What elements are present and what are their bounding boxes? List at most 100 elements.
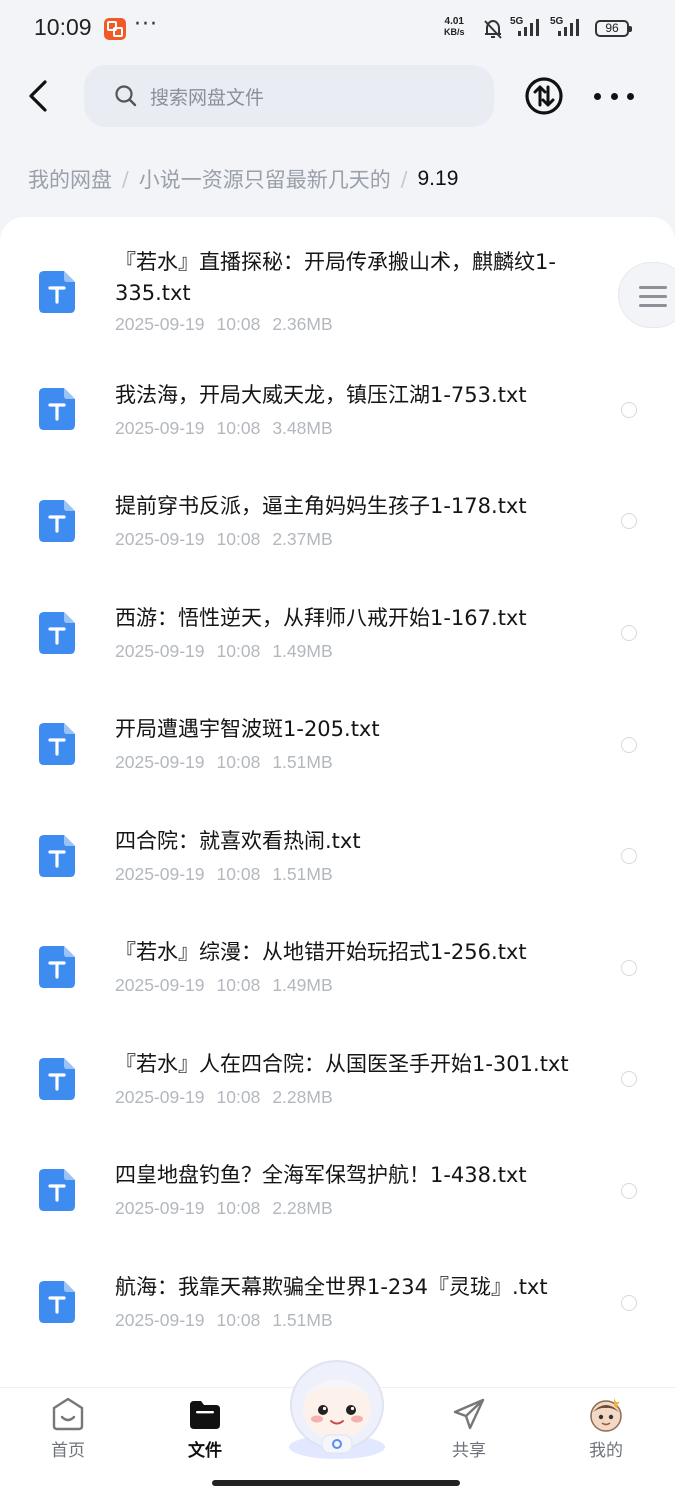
select-checkbox[interactable] bbox=[621, 848, 637, 864]
signal-bars-icon bbox=[558, 19, 579, 36]
file-size: 1.51MB bbox=[272, 864, 333, 884]
search-icon bbox=[115, 85, 137, 107]
breadcrumb-separator: / bbox=[122, 167, 129, 191]
file-size: 3.48MB bbox=[272, 418, 333, 438]
menu-line-icon bbox=[639, 304, 667, 307]
file-meta: 2025-09-19 10:08 1.49MB bbox=[115, 641, 345, 662]
transfer-list-icon[interactable] bbox=[524, 76, 564, 116]
file-meta: 2025-09-19 10:08 2.28MB bbox=[115, 1087, 345, 1108]
file-name: 『若水』直播探秘：开局传承搬山术，麒麟纹1-335.txt bbox=[115, 250, 556, 305]
select-checkbox[interactable] bbox=[621, 1183, 637, 1199]
tab-files-label: 文件 bbox=[188, 1441, 222, 1461]
file-date: 2025-09-19 bbox=[115, 752, 205, 772]
txt-file-icon bbox=[39, 388, 75, 430]
select-checkbox[interactable] bbox=[621, 513, 637, 529]
file-meta: 2025-09-19 10:08 1.49MB bbox=[115, 975, 345, 996]
file-date: 2025-09-19 bbox=[115, 1198, 205, 1218]
txt-file-icon bbox=[39, 500, 75, 542]
breadcrumb: 我的网盘 / 小说一资源只留最新几天的 / 9.19 bbox=[28, 162, 458, 196]
file-time: 10:08 bbox=[216, 314, 261, 334]
tab-mine[interactable]: 我的 bbox=[561, 1388, 651, 1478]
search-input[interactable]: 搜索网盘文件 bbox=[84, 65, 494, 127]
battery-indicator: 96 bbox=[595, 20, 632, 37]
file-name: 西游：悟性逆天，从拜师八戒开始1-167.txt bbox=[115, 606, 527, 630]
file-size: 1.49MB bbox=[272, 975, 333, 995]
ai-assistant-mascot-icon[interactable] bbox=[277, 1355, 397, 1460]
file-size: 2.28MB bbox=[272, 1087, 333, 1107]
file-size: 1.51MB bbox=[272, 752, 333, 772]
file-date: 2025-09-19 bbox=[115, 1310, 205, 1330]
side-menu-handle[interactable] bbox=[618, 262, 675, 328]
file-name: 四合院：就喜欢看热闹.txt bbox=[115, 829, 361, 853]
file-time: 10:08 bbox=[216, 529, 261, 549]
file-name: 开局遭遇宇智波斑1-205.txt bbox=[115, 717, 380, 741]
file-time: 10:08 bbox=[216, 1310, 261, 1330]
mute-bell-icon bbox=[484, 19, 502, 39]
breadcrumb-item-folder[interactable]: 小说一资源只留最新几天的 bbox=[139, 164, 391, 194]
tab-files[interactable]: 文件 bbox=[160, 1388, 250, 1478]
file-size: 1.51MB bbox=[272, 1310, 333, 1330]
select-checkbox[interactable] bbox=[621, 402, 637, 418]
file-date: 2025-09-19 bbox=[115, 641, 205, 661]
status-bar: 10:09 ··· 4.01 KB/s 5G 5G 96 bbox=[0, 0, 675, 58]
search-placeholder: 搜索网盘文件 bbox=[150, 86, 265, 109]
select-checkbox[interactable] bbox=[621, 960, 637, 976]
txt-file-icon bbox=[39, 271, 75, 313]
network-speed-value: 4.01 bbox=[444, 16, 464, 27]
file-size: 2.37MB bbox=[272, 529, 333, 549]
file-time: 10:08 bbox=[216, 975, 261, 995]
more-dot-icon bbox=[610, 92, 618, 100]
file-date: 2025-09-19 bbox=[115, 864, 205, 884]
txt-file-icon bbox=[39, 612, 75, 654]
tab-home-label: 首页 bbox=[51, 1441, 85, 1461]
txt-file-icon bbox=[39, 835, 75, 877]
txt-file-icon bbox=[39, 1281, 75, 1323]
signal-bars-icon bbox=[518, 19, 539, 36]
file-meta: 2025-09-19 10:08 3.48MB bbox=[115, 418, 345, 439]
file-size: 2.36MB bbox=[272, 314, 333, 334]
txt-file-icon bbox=[39, 1058, 75, 1100]
breadcrumb-item-root[interactable]: 我的网盘 bbox=[28, 164, 112, 194]
more-options-button[interactable] bbox=[594, 84, 634, 108]
file-meta: 2025-09-19 10:08 2.36MB bbox=[115, 314, 345, 335]
file-time: 10:08 bbox=[216, 864, 261, 884]
file-name: 『若水』人在四合院：从国医圣手开始1-301.txt bbox=[115, 1052, 569, 1076]
txt-file-icon bbox=[39, 723, 75, 765]
network-speed: 4.01 KB/s bbox=[444, 16, 465, 38]
file-meta: 2025-09-19 10:08 2.37MB bbox=[115, 529, 345, 550]
file-time: 10:08 bbox=[216, 418, 261, 438]
file-time: 10:08 bbox=[216, 752, 261, 772]
tab-mine-label: 我的 bbox=[589, 1441, 623, 1461]
file-meta: 2025-09-19 10:08 1.51MB bbox=[115, 752, 345, 773]
tab-share[interactable]: 共享 bbox=[424, 1388, 514, 1478]
file-name: 提前穿书反派，逼主角妈妈生孩子1-178.txt bbox=[115, 494, 527, 518]
file-date: 2025-09-19 bbox=[115, 529, 205, 549]
select-checkbox[interactable] bbox=[621, 625, 637, 641]
status-time: 10:09 bbox=[34, 14, 92, 40]
more-dot-icon bbox=[594, 92, 601, 100]
file-meta: 2025-09-19 10:08 1.51MB bbox=[115, 1310, 345, 1331]
select-checkbox[interactable] bbox=[621, 1071, 637, 1087]
file-size: 2.28MB bbox=[272, 1198, 333, 1218]
chevron-left-icon bbox=[29, 80, 47, 112]
folder-icon bbox=[190, 1401, 220, 1429]
file-date: 2025-09-19 bbox=[115, 1087, 205, 1107]
tab-home[interactable]: 首页 bbox=[23, 1388, 113, 1478]
home-indicator bbox=[212, 1480, 460, 1486]
file-date: 2025-09-19 bbox=[115, 418, 205, 438]
back-button[interactable] bbox=[20, 76, 56, 116]
file-time: 10:08 bbox=[216, 641, 261, 661]
breadcrumb-separator: / bbox=[400, 167, 408, 191]
network-speed-unit: KB/s bbox=[444, 27, 465, 37]
select-checkbox[interactable] bbox=[621, 1295, 637, 1311]
file-size: 1.49MB bbox=[272, 641, 333, 661]
breadcrumb-item-current: 9.19 bbox=[417, 167, 459, 190]
file-meta: 2025-09-19 10:08 2.28MB bbox=[115, 1198, 345, 1219]
app-notification-icon bbox=[104, 18, 126, 40]
file-name: 『若水』综漫：从地错开始玩招式1-256.txt bbox=[115, 940, 527, 964]
menu-line-icon bbox=[639, 286, 667, 289]
select-checkbox[interactable] bbox=[621, 737, 637, 753]
avatar-icon bbox=[590, 1398, 622, 1432]
file-meta: 2025-09-19 10:08 1.51MB bbox=[115, 864, 345, 885]
menu-line-icon bbox=[639, 295, 667, 298]
